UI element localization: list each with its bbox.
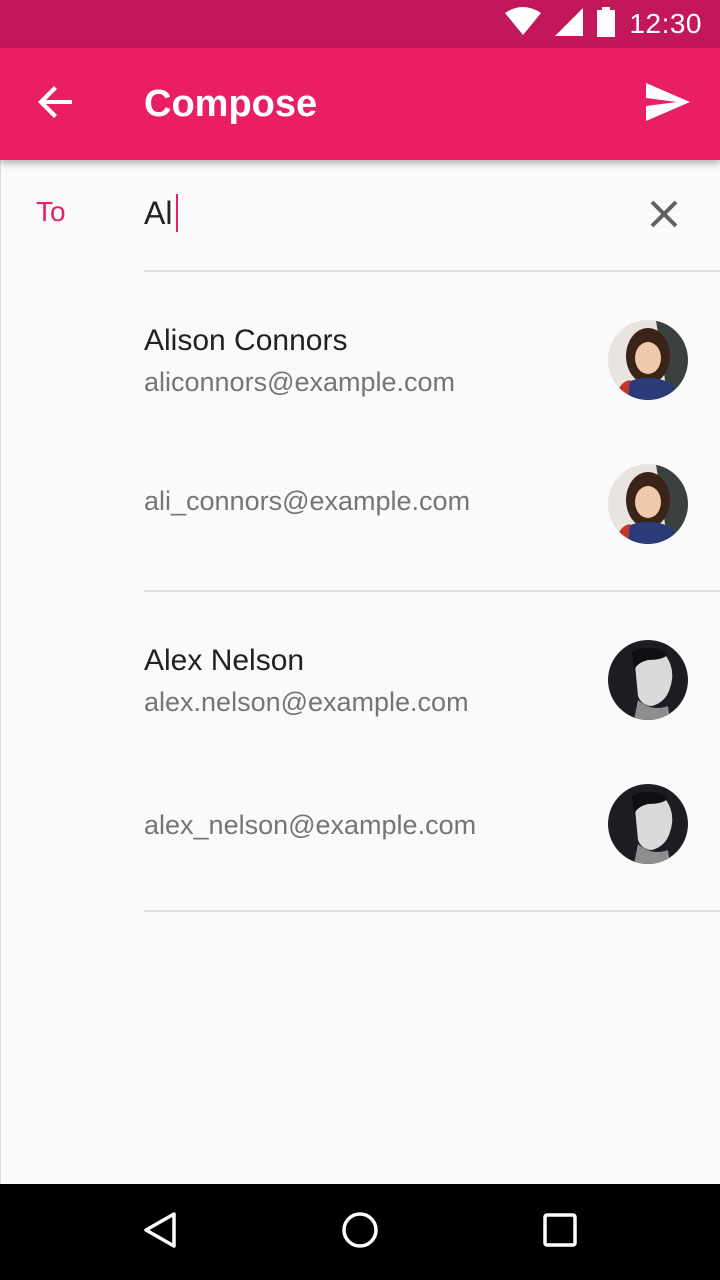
wifi-icon	[505, 6, 542, 42]
to-row: To Al	[0, 160, 720, 272]
nav-home-button[interactable]	[336, 1208, 384, 1256]
contact-email: alex_nelson@example.com	[144, 810, 477, 840]
send-button[interactable]	[640, 76, 696, 132]
nav-recents-button[interactable]	[536, 1208, 584, 1256]
contact-suggestion[interactable]: Alison Connors aliconnors@example.com	[0, 272, 720, 432]
back-button[interactable]	[20, 76, 92, 132]
contact-name: Alex Nelson	[144, 644, 305, 677]
clear-button[interactable]	[644, 196, 684, 236]
nav-recents-icon	[540, 1210, 580, 1255]
contact-suggestion[interactable]: alex_nelson@example.com	[0, 752, 720, 912]
nav-back-icon	[140, 1210, 180, 1255]
avatar	[608, 464, 688, 544]
nav-home-icon	[340, 1210, 380, 1255]
navigation-bar	[0, 1184, 720, 1280]
contact-email: aliconnors@example.com	[144, 367, 456, 397]
contact-name: Alison Connors	[144, 324, 348, 357]
battery-icon	[597, 6, 616, 42]
status-bar: 12:30	[0, 0, 720, 48]
page-title: Compose	[144, 83, 318, 125]
to-label: To	[36, 196, 66, 227]
text-caret	[176, 194, 179, 232]
send-icon	[646, 82, 690, 126]
contact-suggestion[interactable]: ali_connors@example.com	[0, 432, 720, 592]
avatar	[608, 784, 688, 864]
contact-suggestion[interactable]: Alex Nelson alex.nelson@example.com	[0, 592, 720, 752]
contact-email: ali_connors@example.com	[144, 486, 471, 516]
divider	[144, 910, 720, 912]
nav-back-button[interactable]	[136, 1208, 184, 1256]
avatar	[608, 640, 688, 720]
back-arrow-icon	[38, 84, 74, 125]
to-input-text: Al	[144, 194, 173, 231]
app-bar: Compose	[0, 48, 720, 160]
cellular-icon	[555, 7, 584, 41]
to-input[interactable]: Al	[144, 194, 179, 232]
avatar	[608, 320, 688, 400]
contact-email: alex.nelson@example.com	[144, 687, 469, 717]
status-time: 12:30	[629, 8, 702, 39]
status-icons: 12:30	[505, 0, 702, 48]
clear-icon	[649, 199, 679, 234]
